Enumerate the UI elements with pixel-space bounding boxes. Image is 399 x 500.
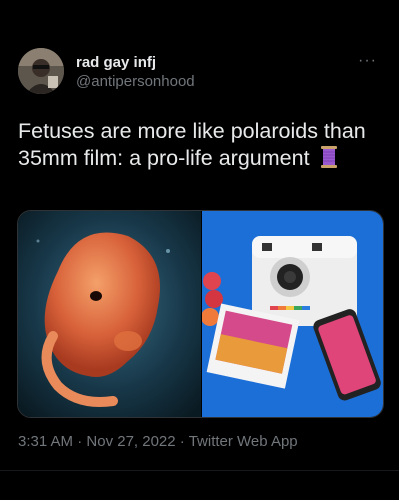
tweet-metadata: 3:31 AM · Nov 27, 2022 · Twitter Web App — [18, 433, 298, 450]
more-options-icon[interactable]: ··· — [358, 52, 377, 70]
polaroid-camera-photo[interactable] — [201, 211, 383, 417]
tweet-time[interactable]: 3:31 AM — [18, 433, 73, 450]
display-name[interactable]: rad gay infj — [76, 54, 195, 72]
tweet-media[interactable] — [17, 210, 384, 418]
divider — [0, 470, 399, 471]
thread-spool-icon — [318, 145, 340, 176]
tweet-text: Fetuses are more like polaroids than 35m… — [18, 118, 378, 176]
tweet-date[interactable]: Nov 27, 2022 — [86, 433, 175, 450]
meta-separator: · — [77, 433, 83, 450]
avatar[interactable] — [18, 48, 64, 94]
tweet-source[interactable]: Twitter Web App — [189, 433, 298, 450]
user-handle[interactable]: @antipersonhood — [76, 72, 195, 92]
embryo-photo[interactable] — [18, 211, 201, 417]
meta-separator: · — [179, 433, 185, 450]
tweet-body: Fetuses are more like polaroids than 35m… — [18, 119, 366, 170]
tweet-header: rad gay infj @antipersonhood ··· — [18, 46, 383, 106]
